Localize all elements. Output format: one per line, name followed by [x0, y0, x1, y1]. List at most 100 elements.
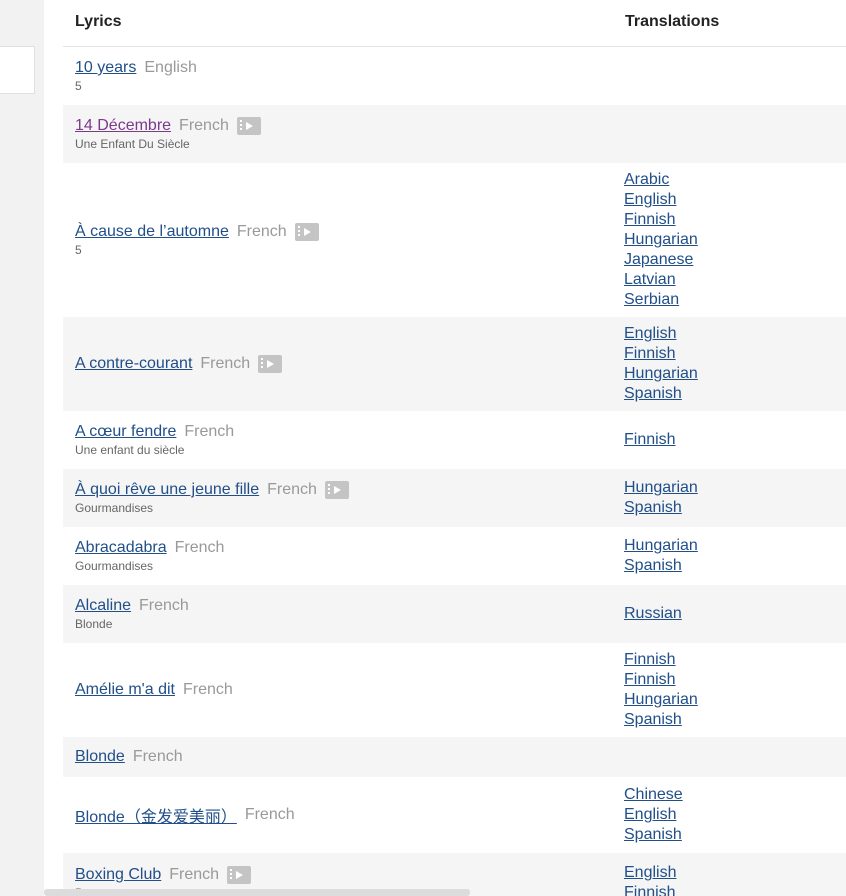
lyrics-cell: À cause de l’automne French 5	[75, 222, 319, 258]
song-title-link[interactable]: A contre-courant	[75, 355, 192, 373]
video-icon[interactable]	[294, 223, 319, 241]
song-language: French	[139, 597, 189, 614]
translations-column-header: Translations	[625, 13, 720, 30]
table-header: Lyrics Translations	[63, 0, 846, 47]
song-title-link[interactable]: Blonde（金发爱美丽）	[75, 803, 237, 827]
translation-link[interactable]: Chinese	[624, 785, 683, 805]
song-language: English	[144, 59, 197, 76]
translation-link[interactable]: Spanish	[624, 498, 698, 518]
translation-link[interactable]: Hungarian	[624, 690, 698, 710]
song-line: Alcaline French	[75, 596, 189, 616]
translation-link[interactable]: Finnish	[624, 210, 698, 230]
lyrics-cell: A contre-courant French	[75, 354, 283, 374]
song-subtitle: Gourmandises	[75, 559, 154, 573]
lyrics-table-body: 10 years English 5 14 Décembre French Une Enf…	[63, 47, 846, 896]
translation-link[interactable]: Japanese	[624, 250, 698, 270]
translation-link[interactable]: English	[624, 324, 698, 344]
translations-cell: Hungarian Spanish	[624, 478, 698, 518]
horizontal-scrollbar[interactable]	[44, 889, 470, 896]
table-row: Amélie m'a dit French Finnish Finnish Hungar…	[63, 643, 846, 737]
song-title-link[interactable]: A cœur fendre	[75, 423, 176, 441]
song-title-link[interactable]: 10 years	[75, 59, 136, 77]
table-row: Alcaline French Blonde Russian	[63, 585, 846, 643]
song-language: French	[200, 355, 251, 372]
lyrics-cell: Blonde（金发爱美丽） French	[75, 803, 295, 827]
video-icon[interactable]	[324, 481, 349, 499]
video-icon[interactable]	[258, 355, 283, 373]
song-line: À quoi rêve une jeune fille French	[75, 480, 349, 500]
song-subtitle: Une enfant du siècle	[75, 443, 185, 457]
translations-cell: Finnish	[624, 430, 676, 450]
translation-link[interactable]: English	[624, 190, 698, 210]
translation-link[interactable]: English	[624, 805, 683, 825]
translation-link[interactable]: Spanish	[624, 710, 698, 730]
song-language: French	[132, 748, 183, 765]
lyrics-cell: Amélie m'a dit French	[75, 680, 233, 700]
translation-link[interactable]: Finnish	[624, 650, 698, 670]
song-title-link[interactable]: À quoi rêve une jeune fille	[75, 481, 259, 499]
table-row: Blonde French	[63, 737, 846, 777]
song-line: À cause de l’automne French	[75, 222, 319, 242]
song-line: Boxing Club French	[75, 865, 252, 885]
lyrics-cell: Abracadabra French Gourmandises	[75, 538, 224, 574]
lyrics-cell: 10 years English 5	[75, 58, 197, 94]
song-language: French	[179, 117, 229, 134]
song-title-link[interactable]: Blonde	[75, 748, 125, 766]
sidebar-panel	[0, 46, 35, 94]
translation-link[interactable]: Latvian	[624, 270, 698, 290]
song-language: French	[184, 423, 235, 440]
song-line: Amélie m'a dit French	[75, 680, 233, 700]
song-language: French	[244, 806, 295, 823]
lyrics-column-header: Lyrics	[75, 13, 122, 30]
table-row: A cœur fendre French Une enfant du siècle F…	[63, 411, 846, 469]
song-language: French	[267, 481, 317, 498]
song-title-link[interactable]: Alcaline	[75, 597, 131, 615]
lyrics-cell: Blonde French	[75, 747, 183, 767]
table-row: Blonde（金发爱美丽） French Chinese English Spanish	[63, 777, 846, 853]
song-line: Abracadabra French	[75, 538, 224, 558]
song-title-link[interactable]: Abracadabra	[75, 539, 167, 557]
song-title-link[interactable]: À cause de l’automne	[75, 223, 229, 241]
table-row: 14 Décembre French Une Enfant Du Siècle	[63, 105, 846, 163]
translation-link[interactable]: Hungarian	[624, 536, 698, 556]
translations-cell: Hungarian Spanish	[624, 536, 698, 576]
table-row: À cause de l’automne French 5 Arabic English…	[63, 163, 846, 317]
song-line: Blonde French	[75, 747, 183, 767]
song-language: French	[174, 539, 225, 556]
translation-link[interactable]: Hungarian	[624, 364, 698, 384]
song-line: 14 Décembre French	[75, 116, 261, 136]
translation-link[interactable]: Hungarian	[624, 230, 698, 250]
song-language: French	[169, 866, 220, 883]
translation-link[interactable]: Finnish	[624, 883, 676, 896]
song-subtitle: Blonde	[75, 617, 113, 631]
song-title-link[interactable]: Amélie m'a dit	[75, 681, 175, 699]
video-icon[interactable]	[236, 117, 261, 135]
translation-link[interactable]: Finnish	[624, 670, 698, 690]
translation-link[interactable]: English	[624, 863, 676, 883]
left-sidebar	[0, 0, 44, 896]
lyrics-cell: 14 Décembre French Une Enfant Du Siècle	[75, 116, 261, 152]
song-title-link[interactable]: Boxing Club	[75, 866, 161, 884]
song-title-link[interactable]: 14 Décembre	[75, 117, 171, 135]
translation-link[interactable]: Arabic	[624, 170, 698, 190]
translation-link[interactable]: Spanish	[624, 556, 698, 576]
translation-link[interactable]: Serbian	[624, 290, 698, 310]
song-line: A cœur fendre French	[75, 422, 234, 442]
song-language: French	[182, 681, 233, 698]
video-icon[interactable]	[227, 866, 252, 884]
song-subtitle: 5	[75, 243, 82, 257]
translations-cell: Finnish Finnish Hungarian Spanish	[624, 650, 698, 730]
translation-link[interactable]: Russian	[624, 604, 682, 624]
song-subtitle: 5	[75, 79, 82, 93]
translation-link[interactable]: Spanish	[624, 825, 683, 845]
translation-link[interactable]: Hungarian	[624, 478, 698, 498]
translation-link[interactable]: Finnish	[624, 344, 698, 364]
lyrics-cell: Alcaline French Blonde	[75, 596, 189, 632]
lyrics-cell: A cœur fendre French Une enfant du siècle	[75, 422, 234, 458]
table-row: A contre-courant French English Finnish Hung…	[63, 317, 846, 411]
translation-link[interactable]: Finnish	[624, 430, 676, 450]
song-subtitle: Gourmandises	[75, 501, 154, 515]
song-line: Blonde（金发爱美丽） French	[75, 803, 295, 827]
song-language: French	[236, 223, 287, 240]
translation-link[interactable]: Spanish	[624, 384, 698, 404]
